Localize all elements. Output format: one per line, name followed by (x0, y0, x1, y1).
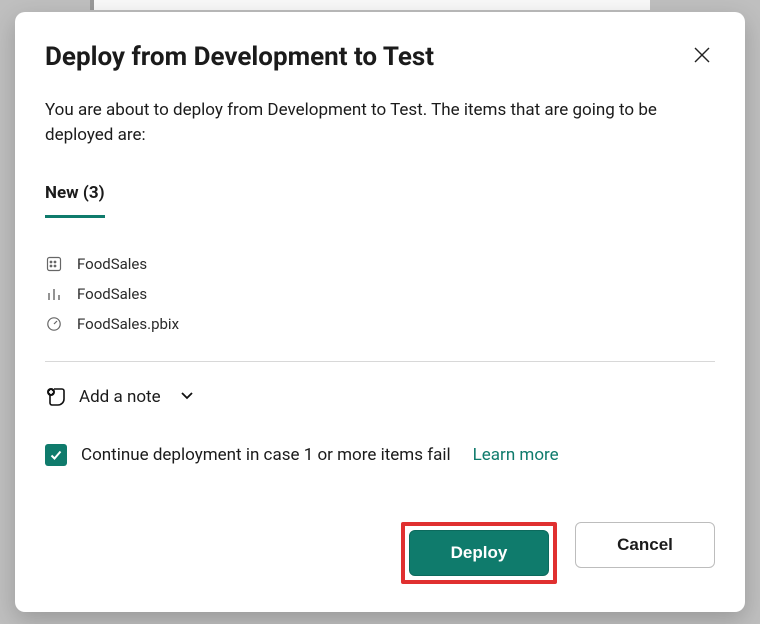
deploy-modal: Deploy from Development to Test You are … (15, 12, 745, 612)
add-note-label: Add a note (79, 387, 161, 407)
report-icon (45, 285, 63, 303)
modal-header: Deploy from Development to Test (45, 42, 715, 72)
tab-new[interactable]: New (3) (45, 183, 105, 218)
modal-title: Deploy from Development to Test (45, 42, 434, 72)
dashboard-icon (45, 315, 63, 333)
background-content (90, 0, 650, 10)
modal-footer: Deploy Cancel (45, 494, 715, 584)
items-list: FoodSales FoodSales FoodSales.pbix (45, 249, 715, 339)
list-item: FoodSales (45, 279, 715, 309)
close-button[interactable] (689, 42, 715, 68)
dataset-icon (45, 255, 63, 273)
divider (45, 361, 715, 362)
list-item: FoodSales (45, 249, 715, 279)
deploy-button[interactable]: Deploy (409, 530, 549, 576)
item-name: FoodSales (77, 285, 147, 303)
add-note-toggle[interactable]: Add a note (45, 386, 195, 408)
cancel-button[interactable]: Cancel (575, 522, 715, 568)
continue-row: Continue deployment in case 1 or more it… (45, 444, 715, 466)
close-icon (693, 52, 711, 67)
deploy-highlight: Deploy (401, 522, 557, 584)
list-item: FoodSales.pbix (45, 309, 715, 339)
item-name: FoodSales.pbix (77, 315, 179, 333)
modal-description: You are about to deploy from Development… (45, 98, 715, 147)
learn-more-link[interactable]: Learn more (473, 445, 559, 465)
continue-label: Continue deployment in case 1 or more it… (81, 445, 451, 465)
tabs: New (3) (45, 183, 715, 219)
note-icon (45, 386, 67, 408)
chevron-down-icon (179, 387, 195, 408)
continue-checkbox[interactable] (45, 444, 67, 466)
item-name: FoodSales (77, 255, 147, 273)
